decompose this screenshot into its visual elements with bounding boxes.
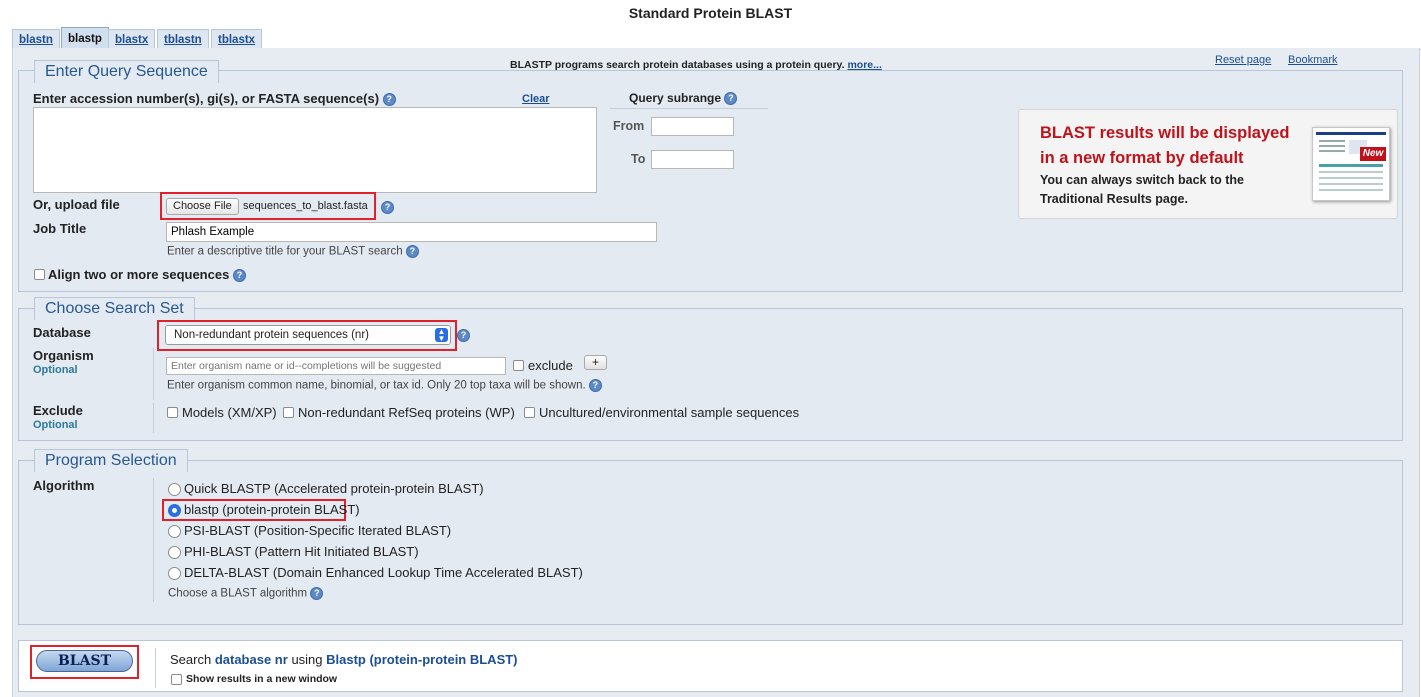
phi-blast-label: PHI-BLAST (Pattern Hit Initiated BLAST) (184, 544, 419, 559)
organism-hint: Enter organism common name, binomial, or… (167, 379, 586, 392)
help-icon[interactable]: ? (232, 269, 246, 283)
search-set-legend: Choose Search Set (34, 297, 195, 320)
tab-tblastx[interactable]: tblastx (211, 29, 263, 49)
new-badge: New (1360, 147, 1386, 161)
new-format-preview-icon: New (1312, 127, 1390, 201)
exclude-refseq-checkbox[interactable] (283, 407, 294, 418)
search-summary: Search database nr using Blastp (protein… (170, 652, 518, 667)
algorithm-hint: Choose a BLAST algorithm (168, 587, 308, 600)
organism-hint-row: Enter organism common name, binomial, or… (167, 379, 602, 392)
exclude-models-label: Models (XM/XP) (182, 405, 277, 420)
divider (155, 648, 156, 688)
job-title-input[interactable] (166, 222, 657, 242)
file-name: sequences_to_blast.fasta (243, 200, 368, 212)
exclude-label: Exclude (33, 403, 83, 418)
notice-title-line2: in a new format by default (1040, 149, 1244, 167)
tab-tblastn[interactable]: tblastn (157, 29, 209, 49)
from-input[interactable] (651, 117, 734, 136)
subrange-label: Query subrange (629, 91, 722, 105)
summary-database: database nr (214, 652, 288, 667)
radio-quick-blastp[interactable] (168, 483, 181, 496)
align-two-label: Align two or more sequences (48, 267, 230, 282)
sequence-label-row: Enter accession number(s), gi(s), or FAS… (33, 91, 396, 107)
exclude-organism-label: exclude (528, 358, 573, 373)
program-legend: Program Selection (34, 449, 188, 472)
algorithm-hint-row: Choose a BLAST algorithm ? (168, 587, 324, 600)
database-label: Database (33, 325, 91, 340)
query-legend: Enter Query Sequence (34, 60, 219, 83)
radio-blastp[interactable] (168, 504, 181, 517)
summary-program: Blastp (protein-protein BLAST) (326, 652, 518, 667)
add-organism-button[interactable]: + (584, 355, 607, 370)
organism-label: Organism (33, 348, 94, 363)
upload-label: Or, upload file (33, 197, 120, 212)
organism-input[interactable] (166, 357, 506, 375)
subrange-header: Query subrange ? (629, 91, 738, 106)
exclude-optional: Optional (33, 419, 78, 431)
delta-blast-label: DELTA-BLAST (Domain Enhanced Lookup Time… (184, 565, 583, 580)
help-icon[interactable]: ? (382, 93, 396, 107)
subrange-divider (610, 108, 768, 109)
radio-delta-blast[interactable] (168, 567, 181, 580)
program-description: BLASTP programs search protein databases… (510, 59, 882, 71)
exclude-uncultured-checkbox[interactable] (524, 407, 535, 418)
notice-title-line1: BLAST results will be displayed (1040, 124, 1290, 142)
radio-phi-blast[interactable] (168, 546, 181, 559)
clear-link[interactable]: Clear (522, 93, 550, 105)
sequence-textarea[interactable] (33, 107, 597, 193)
blastp-label: blastp (protein-protein BLAST) (184, 502, 360, 517)
to-label: To (631, 152, 646, 166)
exclude-refseq-label: Non-redundant RefSeq proteins (WP) (298, 405, 515, 420)
exclude-organism-checkbox[interactable] (513, 360, 524, 371)
help-icon[interactable]: ? (310, 587, 324, 600)
help-icon[interactable]: ? (405, 245, 419, 258)
organism-optional: Optional (33, 364, 78, 376)
radio-psi-blast[interactable] (168, 525, 181, 538)
divider (153, 478, 154, 602)
job-title-hint: Enter a descriptive title for your BLAST… (167, 245, 403, 258)
select-arrows-icon: ▲ ▼ (435, 328, 448, 343)
database-select-value: Non-redundant protein sequences (nr) (174, 329, 369, 341)
job-title-hint-row: Enter a descriptive title for your BLAST… (167, 245, 419, 258)
sequence-label: Enter accession number(s), gi(s), or FAS… (33, 91, 380, 106)
exclude-models-checkbox[interactable] (167, 407, 178, 418)
reset-page-link[interactable]: Reset page (1215, 54, 1271, 66)
notice-sub-line2: Traditional Results page. (1040, 192, 1188, 206)
bookmark-link[interactable]: Bookmark (1288, 54, 1338, 66)
search-prefix: Search (170, 652, 212, 667)
help-icon[interactable]: ? (588, 379, 602, 392)
align-two-checkbox[interactable] (34, 269, 45, 280)
job-title-label: Job Title (33, 221, 87, 236)
new-window-checkbox[interactable] (171, 674, 182, 685)
blast-submit-button[interactable]: BLAST (36, 650, 133, 672)
new-window-label: Show results in a new window (186, 673, 338, 685)
page-title: Standard Protein BLAST (628, 5, 793, 21)
psi-blast-label: PSI-BLAST (Position-Specific Iterated BL… (184, 523, 452, 538)
tab-blastn[interactable]: blastn (12, 29, 60, 49)
exclude-uncultured-label: Uncultured/environmental sample sequence… (539, 405, 800, 420)
help-icon[interactable]: ? (457, 329, 470, 342)
tab-blastp[interactable]: blastp (61, 27, 109, 50)
algorithm-label: Algorithm (33, 478, 95, 493)
summary-using: using (291, 652, 323, 667)
quick-blastp-label: Quick BLASTP (Accelerated protein-protei… (184, 481, 484, 496)
database-select[interactable]: Non-redundant protein sequences (nr) ▲ ▼ (165, 325, 451, 345)
tab-blastx[interactable]: blastx (108, 29, 156, 49)
help-icon[interactable]: ? (381, 201, 394, 214)
notice-sub-line1: You can always switch back to the (1040, 173, 1244, 187)
choose-file-button[interactable]: Choose File (166, 198, 239, 215)
more-link[interactable]: more... (847, 59, 881, 71)
help-icon[interactable]: ? (724, 92, 738, 106)
results-format-notice: BLAST results will be displayed in a new… (1018, 109, 1398, 219)
divider (153, 348, 154, 400)
from-label: From (613, 119, 645, 133)
align-two-row: Align two or more sequences ? (48, 267, 246, 283)
to-input[interactable] (651, 150, 734, 169)
divider (153, 403, 154, 433)
